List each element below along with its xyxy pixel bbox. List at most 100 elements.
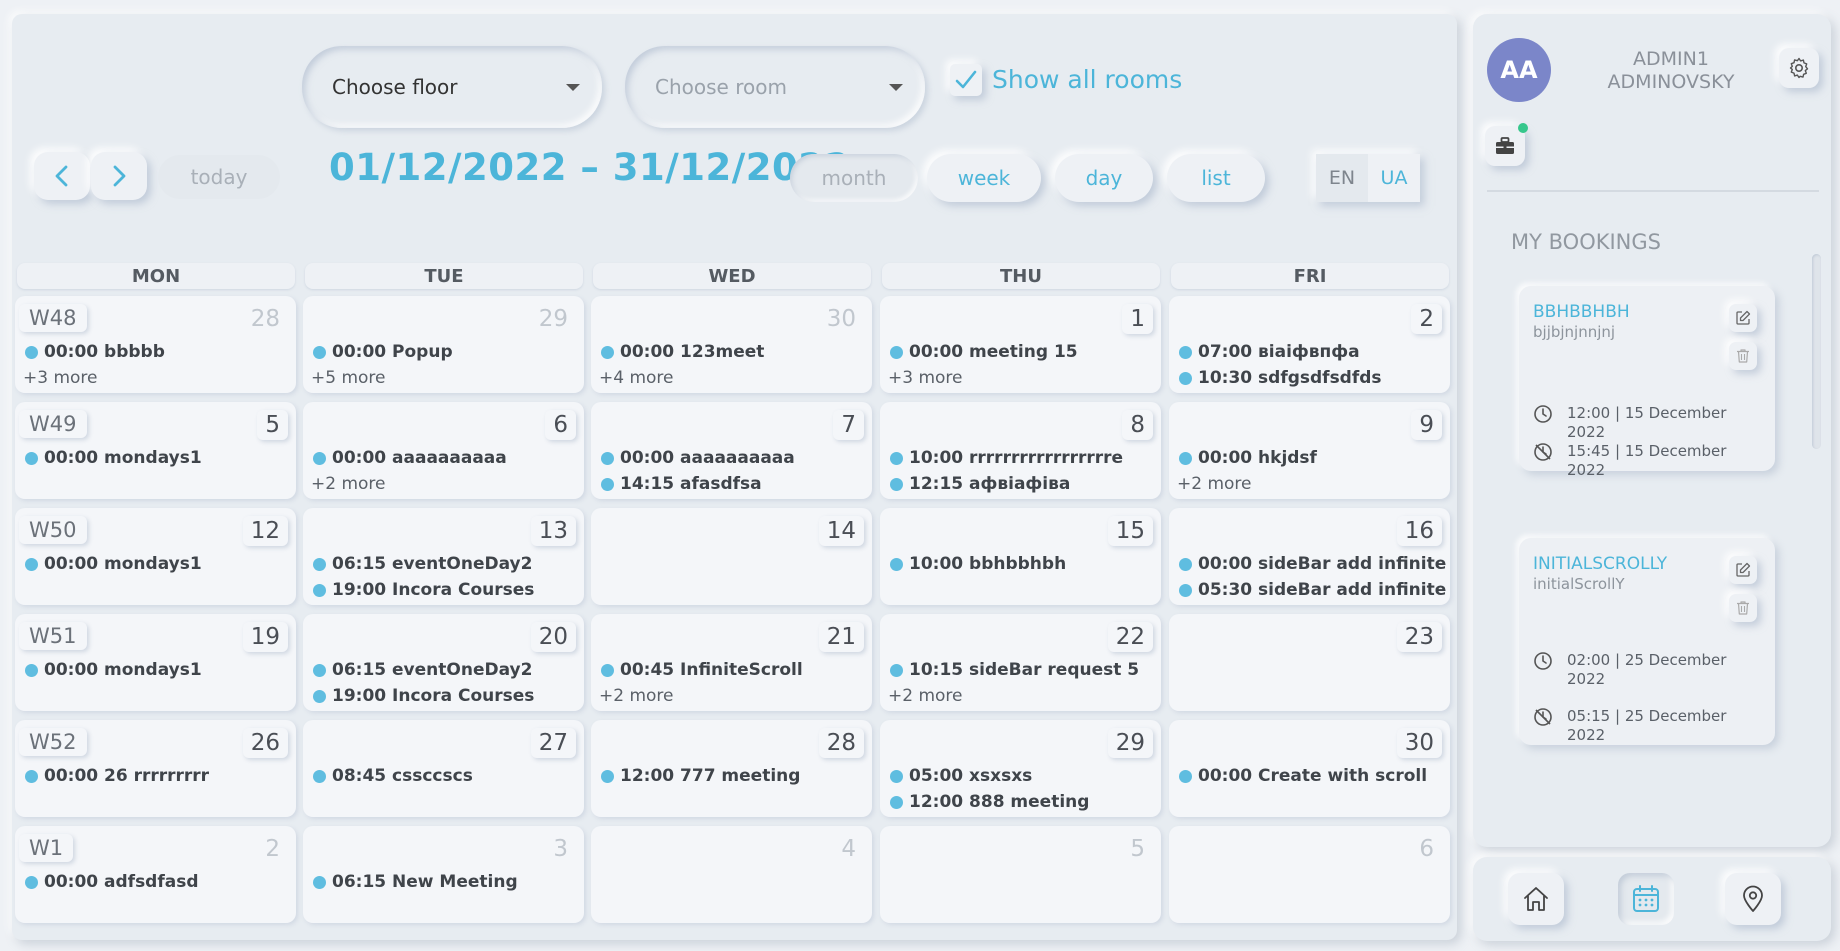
day-number[interactable]: 21 — [818, 622, 864, 652]
more-events-link[interactable]: +2 more — [311, 474, 386, 494]
day-number[interactable]: 5 — [1122, 834, 1153, 864]
day-cell[interactable]: 7 00:00 aaaaaaaaaa 14:15 afasdfsa — [591, 402, 872, 499]
day-cell[interactable]: 29 00:00 Popup +5 more — [303, 296, 584, 393]
calendar-event[interactable]: 10:30 sdfgsdfsdfds — [1179, 368, 1382, 388]
room-select[interactable]: Choose room — [625, 46, 925, 128]
calendar-event[interactable]: 10:00 bbhbbhbh — [890, 554, 1066, 574]
next-button[interactable] — [91, 152, 147, 200]
day-cell[interactable]: 6 — [1169, 826, 1450, 923]
day-number[interactable]: 14 — [818, 516, 864, 546]
day-cell[interactable]: 8 10:00 rrrrrrrrrrrrrrrrre 12:15 афвіафіва — [880, 402, 1161, 499]
delete-booking-button[interactable] — [1729, 342, 1757, 370]
day-number[interactable]: 1 — [1122, 304, 1153, 334]
calendar-event[interactable]: 14:15 afasdfsa — [601, 474, 762, 494]
day-cell[interactable]: 29 05:00 xsxsxs 12:00 888 meeting — [880, 720, 1161, 817]
calendar-event[interactable]: 00:00 26 rrrrrrrrr — [25, 766, 209, 786]
calendar-event[interactable]: 00:00 Create with scroll — [1179, 766, 1427, 786]
day-number[interactable]: 4 — [833, 834, 864, 864]
more-events-link[interactable]: +5 more — [311, 368, 386, 388]
day-number[interactable]: 23 — [1396, 622, 1442, 652]
calendar-event[interactable]: 12:15 афвіафіва — [890, 474, 1070, 494]
calendar-event[interactable]: 00:00 meeting 15 — [890, 342, 1078, 362]
calendar-nav-button[interactable] — [1618, 873, 1674, 925]
calendar-event[interactable]: 12:00 888 meeting — [890, 792, 1089, 812]
day-cell[interactable]: 1 00:00 meeting 15 +3 more — [880, 296, 1161, 393]
calendar-event[interactable]: 00:00 aaaaaaaaaa — [313, 448, 507, 468]
lang-ua-button[interactable]: UA — [1368, 154, 1420, 202]
day-number[interactable]: 7 — [833, 410, 864, 440]
day-cell[interactable]: 20 06:15 eventOneDay2 19:00 Incora Courses — [303, 614, 584, 711]
day-cell[interactable]: W49 5 00:00 mondays1 — [15, 402, 296, 499]
calendar-event[interactable]: 00:00 Popup — [313, 342, 453, 362]
calendar-event[interactable]: 00:00 aaaaaaaaaa — [601, 448, 795, 468]
avatar[interactable]: AA — [1487, 38, 1551, 102]
day-number[interactable]: 16 — [1396, 516, 1442, 546]
day-cell[interactable]: W48 28 00:00 bbbbb +3 more — [15, 296, 296, 393]
calendar-event[interactable]: 07:00 віаіфвпфа — [1179, 342, 1360, 362]
calendar-event[interactable]: 00:00 adfsdfasd — [25, 872, 199, 892]
location-nav-button[interactable] — [1725, 873, 1781, 925]
today-button[interactable]: today — [158, 155, 280, 199]
day-number[interactable]: 20 — [530, 622, 576, 652]
day-cell[interactable]: 28 12:00 777 meeting — [591, 720, 872, 817]
day-cell[interactable]: 5 — [880, 826, 1161, 923]
day-cell[interactable]: 2 07:00 віаіфвпфа 10:30 sdfgsdfsdfds — [1169, 296, 1450, 393]
day-number[interactable]: 12 — [242, 516, 288, 546]
delete-booking-button[interactable] — [1729, 594, 1757, 622]
calendar-event[interactable]: 00:00 hkjdsf — [1179, 448, 1317, 468]
day-number[interactable]: 22 — [1107, 622, 1153, 652]
day-cell[interactable]: 6 00:00 aaaaaaaaaa +2 more — [303, 402, 584, 499]
booking-card[interactable]: BBHBBHBH bjjbjnjnnjnj 12:00 | 15 December … — [1519, 286, 1775, 479]
calendar-event[interactable]: 05:30 sideBar add infinite sc — [1179, 580, 1450, 600]
day-number[interactable]: 13 — [530, 516, 576, 546]
calendar-event[interactable]: 10:15 sideBar request 5 — [890, 660, 1139, 680]
floor-select[interactable]: Choose floor — [302, 46, 602, 128]
day-number[interactable]: 27 — [530, 728, 576, 758]
day-number[interactable]: 8 — [1122, 410, 1153, 440]
bookings-scrollbar[interactable] — [1812, 254, 1821, 449]
day-cell[interactable]: 21 00:45 InfiniteScroll +2 more — [591, 614, 872, 711]
calendar-event[interactable]: 00:45 InfiniteScroll — [601, 660, 803, 680]
show-all-rooms-label[interactable]: Show all rooms — [992, 64, 1182, 96]
calendar-event[interactable]: 00:00 bbbbb — [25, 342, 165, 362]
day-number[interactable]: 2 — [1411, 304, 1442, 334]
day-number[interactable]: 5 — [257, 410, 288, 440]
lang-en-button[interactable]: EN — [1316, 154, 1368, 202]
prev-button[interactable] — [34, 152, 90, 200]
day-number[interactable]: 26 — [242, 728, 288, 758]
calendar-event[interactable]: 00:00 123meet — [601, 342, 764, 362]
day-number[interactable]: 15 — [1107, 516, 1153, 546]
calendar-event[interactable]: 19:00 Incora Courses — [313, 686, 534, 706]
day-number[interactable]: 9 — [1411, 410, 1442, 440]
day-number[interactable]: 19 — [242, 622, 288, 652]
day-cell[interactable]: 3 06:15 New Meeting — [303, 826, 584, 923]
day-number[interactable]: 28 — [818, 728, 864, 758]
more-events-link[interactable]: +2 more — [1177, 474, 1252, 494]
view-list-button[interactable]: list — [1167, 154, 1265, 202]
calendar-event[interactable]: 06:15 eventOneDay2 — [313, 554, 532, 574]
calendar-event[interactable]: 06:15 New Meeting — [313, 872, 518, 892]
booking-card[interactable]: INITIALSCROLLY initialScrollY 02:00 | 25 D… — [1519, 538, 1775, 745]
calendar-event[interactable]: 10:00 rrrrrrrrrrrrrrrrre — [890, 448, 1123, 468]
day-number[interactable]: 28 — [242, 304, 288, 334]
calendar-event[interactable]: 00:00 mondays1 — [25, 554, 202, 574]
day-cell[interactable]: W50 12 00:00 mondays1 — [15, 508, 296, 605]
day-number[interactable]: 2 — [257, 834, 288, 864]
calendar-event[interactable]: 00:00 mondays1 — [25, 448, 202, 468]
day-cell[interactable]: 15 10:00 bbhbbhbh — [880, 508, 1161, 605]
day-number[interactable]: 6 — [1411, 834, 1442, 864]
day-number[interactable]: 3 — [545, 834, 576, 864]
day-cell[interactable]: 9 00:00 hkjdsf +2 more — [1169, 402, 1450, 499]
show-all-rooms-checkbox[interactable] — [950, 64, 982, 96]
day-cell[interactable]: 27 08:45 cssccscs — [303, 720, 584, 817]
day-number[interactable]: 29 — [530, 304, 576, 334]
day-cell[interactable]: W1 2 00:00 adfsdfasd — [15, 826, 296, 923]
more-events-link[interactable]: +3 more — [23, 368, 98, 388]
day-cell[interactable]: 30 00:00 Create with scroll — [1169, 720, 1450, 817]
day-number[interactable]: 30 — [818, 304, 864, 334]
day-cell[interactable]: 23 — [1169, 614, 1450, 711]
settings-button[interactable] — [1779, 48, 1819, 88]
view-week-button[interactable]: week — [927, 154, 1041, 202]
day-number[interactable]: 6 — [545, 410, 576, 440]
calendar-event[interactable]: 05:00 xsxsxs — [890, 766, 1032, 786]
